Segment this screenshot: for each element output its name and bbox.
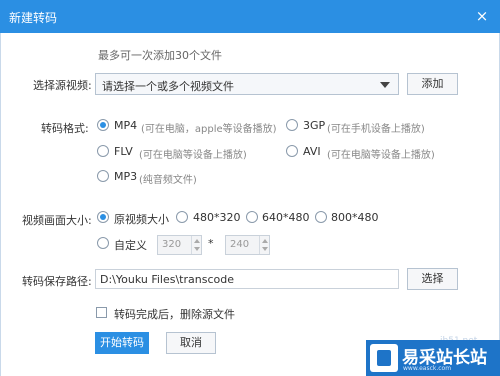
size-custom-label: 自定义 xyxy=(114,239,147,252)
radio-480x320[interactable] xyxy=(176,211,188,223)
source-select-value: 请选择一个或多个视频文件 xyxy=(102,80,234,93)
custom-width-value: 320 xyxy=(162,239,182,250)
size-separator: * xyxy=(208,237,214,250)
size-480x320-name: 480*320 xyxy=(193,211,241,224)
save-path-input[interactable] xyxy=(96,270,398,288)
radio-custom-size[interactable] xyxy=(97,237,109,249)
format-3gp-name: 3GP xyxy=(303,119,326,132)
format-mp3-name: MP3 xyxy=(114,170,138,183)
save-path-field[interactable] xyxy=(95,269,399,289)
format-mp4-name: MP4 xyxy=(114,119,138,132)
chevron-down-icon xyxy=(262,247,268,251)
custom-width-stepper[interactable]: 320 xyxy=(157,235,202,255)
radio-mp3[interactable] xyxy=(97,170,109,182)
logo-icon xyxy=(370,344,398,372)
limit-hint: 最多可一次添加30个文件 xyxy=(98,49,222,62)
chevron-down-icon xyxy=(194,247,200,251)
start-transcode-button[interactable]: 开始转码 xyxy=(95,332,149,354)
radio-mp4[interactable] xyxy=(97,119,109,131)
format-flv-name: FLV xyxy=(114,145,133,158)
size-800x480-name: 800*480 xyxy=(331,211,379,224)
add-button[interactable]: 添加 xyxy=(407,73,458,95)
delete-source-label: 转码完成后，删除源文件 xyxy=(114,308,235,321)
format-avi-note: (可在电脑等设备上播放) xyxy=(327,150,435,161)
size-original-name: 原视频大小 xyxy=(114,213,169,226)
cancel-button[interactable]: 取消 xyxy=(166,332,216,354)
format-mp4-note: (可在电脑，apple等设备播放) xyxy=(141,124,277,135)
format-3gp-note: (可在手机设备上播放) xyxy=(327,124,425,135)
watermark-url: www.easck.com xyxy=(403,365,452,372)
source-video-select[interactable]: 请选择一个或多个视频文件 xyxy=(95,73,399,95)
window-title: 新建转码 xyxy=(9,11,58,25)
browse-button[interactable]: 选择 xyxy=(407,268,458,290)
custom-height-stepper[interactable]: 240 xyxy=(225,235,270,255)
size-640x480-name: 640*480 xyxy=(262,211,310,224)
radio-flv[interactable] xyxy=(97,145,109,157)
radio-original-size[interactable] xyxy=(97,211,109,223)
format-avi-name: AVI xyxy=(303,145,321,158)
close-icon[interactable]: × xyxy=(474,8,490,24)
custom-height-value: 240 xyxy=(230,239,250,250)
format-mp3-note: (纯音频文件) xyxy=(139,175,197,186)
height-stepper-arrows[interactable] xyxy=(259,236,269,254)
title-bar: 新建转码 × xyxy=(0,0,500,33)
watermark-logo: 易采站长站 www.easck.com xyxy=(366,340,500,376)
format-flv-note: (可在电脑等设备上播放) xyxy=(139,150,247,161)
chevron-up-icon xyxy=(262,239,268,243)
radio-avi[interactable] xyxy=(286,145,298,157)
radio-800x480[interactable] xyxy=(315,211,327,223)
radio-3gp[interactable] xyxy=(286,119,298,131)
width-stepper-arrows[interactable] xyxy=(191,236,201,254)
format-label: 转码格式: xyxy=(41,122,89,135)
radio-640x480[interactable] xyxy=(246,211,258,223)
save-path-label: 转码保存路径: xyxy=(22,275,92,288)
delete-source-checkbox[interactable] xyxy=(96,307,107,318)
size-label: 视频画面大小: xyxy=(22,214,92,227)
source-label: 选择源视频: xyxy=(33,79,92,92)
chevron-up-icon xyxy=(194,239,200,243)
chevron-down-icon xyxy=(380,82,390,88)
